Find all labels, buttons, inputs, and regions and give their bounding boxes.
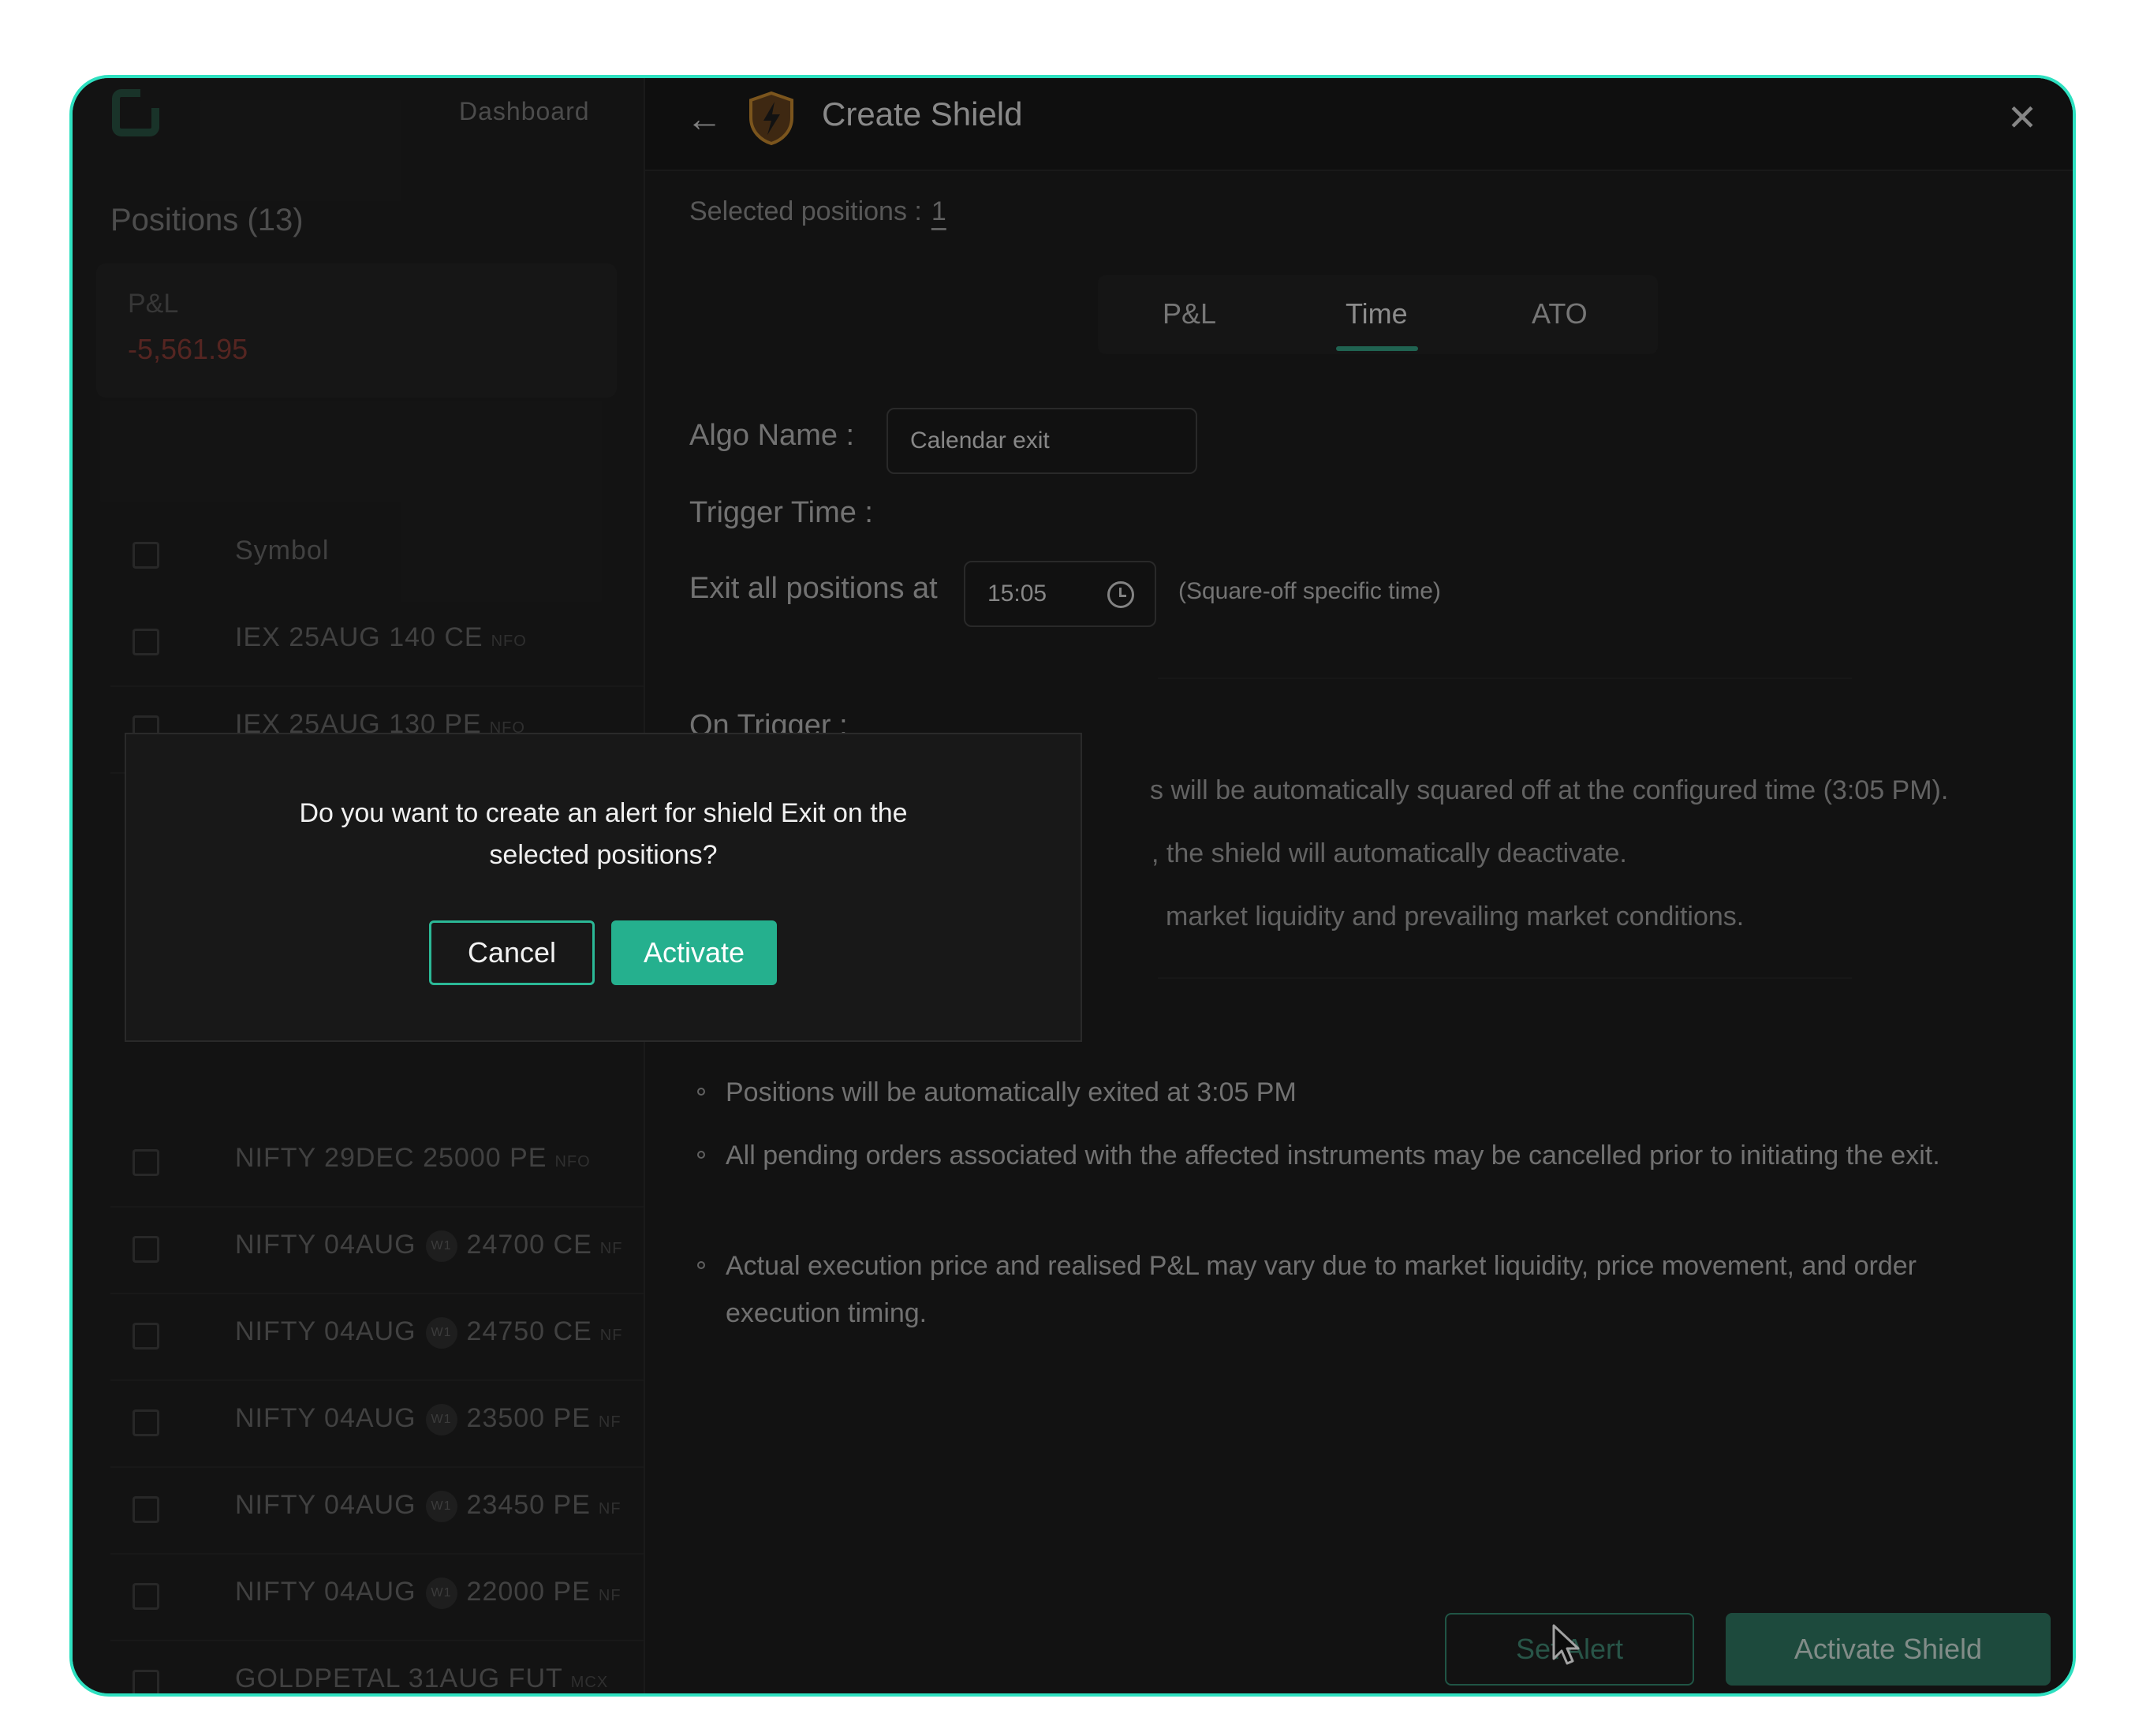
- dialog-question: Do you want to create an alert for shiel…: [299, 798, 908, 870]
- cancel-button[interactable]: Cancel: [429, 920, 595, 985]
- app-window: Dashboard Positions (13) P&L -5,561.95 S…: [69, 75, 2076, 1697]
- alert-confirm-dialog: Do you want to create an alert for shiel…: [125, 733, 1082, 1042]
- activate-button[interactable]: Activate: [611, 920, 777, 985]
